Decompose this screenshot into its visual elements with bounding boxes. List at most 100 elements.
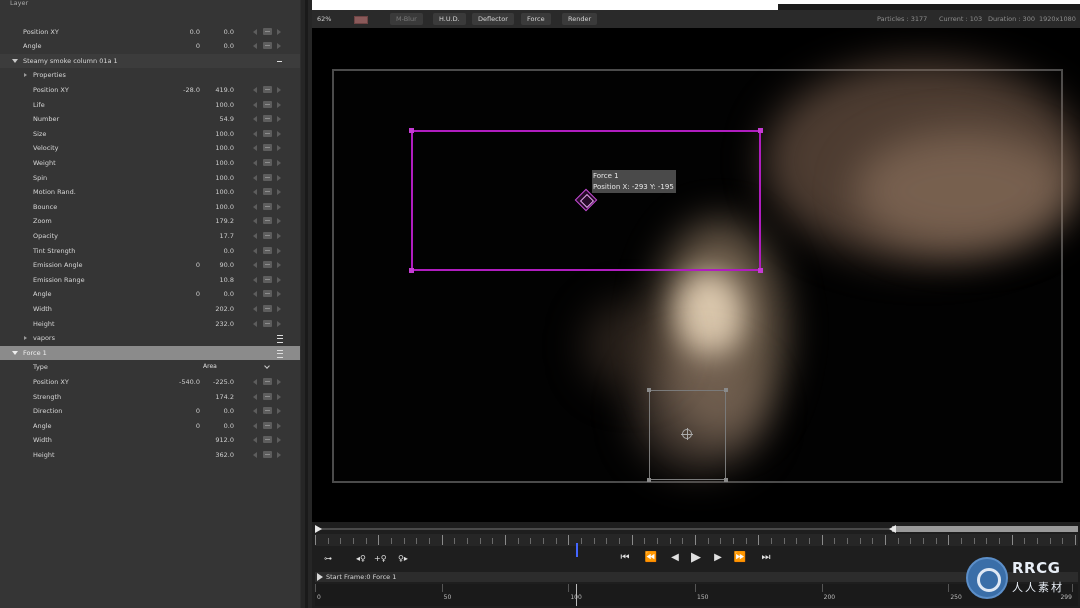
- prop-value-2[interactable]: 912.0: [215, 433, 234, 447]
- hud-button[interactable]: H.U.D.: [433, 13, 466, 25]
- next-key-icon[interactable]: [277, 452, 281, 458]
- vapors-group-row[interactable]: vapors: [0, 331, 300, 345]
- property-row[interactable]: Width 912.0: [0, 433, 300, 447]
- next-key-icon[interactable]: [277, 393, 281, 400]
- property-row[interactable]: Position XY -28.0 419.0: [0, 83, 300, 97]
- fast-forward-icon[interactable]: ⏩: [733, 551, 747, 565]
- go-to-end-icon[interactable]: ⏭: [759, 551, 773, 565]
- frame-ruler[interactable]: [315, 534, 1078, 557]
- prop-value-1[interactable]: 0: [196, 287, 200, 301]
- prop-value-2[interactable]: 0.0: [224, 287, 234, 301]
- property-row[interactable]: Zoom 179.2: [0, 214, 300, 228]
- property-row[interactable]: Size 100.0: [0, 127, 300, 141]
- keyframe-icon[interactable]: [263, 436, 272, 444]
- layer-header-row[interactable]: Layer: [0, 0, 300, 10]
- prev-key-icon[interactable]: [253, 174, 257, 181]
- keyframe-icon[interactable]: [263, 129, 272, 137]
- prop-value-2[interactable]: -225.0: [213, 375, 234, 389]
- layer-angle-row[interactable]: Angle 0 0.0: [0, 39, 300, 53]
- prop-value-2[interactable]: 0.0: [224, 244, 234, 258]
- prev-key-icon[interactable]: [253, 306, 257, 312]
- next-key-icon[interactable]: [277, 160, 281, 166]
- emitter-center-crosshair-icon[interactable]: [681, 428, 693, 440]
- expand-arrow-icon[interactable]: [24, 73, 27, 77]
- mblur-button[interactable]: M-Blur: [390, 13, 423, 25]
- step-forward-icon[interactable]: ▶: [711, 551, 725, 565]
- keyframe-icon[interactable]: [263, 28, 272, 35]
- property-row[interactable]: Emission Angle 0 90.0: [0, 258, 300, 272]
- next-key-icon[interactable]: [277, 43, 281, 49]
- next-key-icon[interactable]: [277, 276, 281, 283]
- property-row[interactable]: Tint Strength 0.0: [0, 244, 300, 258]
- prop-value-2[interactable]: 232.0: [215, 317, 234, 331]
- resize-handle[interactable]: [724, 388, 728, 392]
- keyframe-icon[interactable]: [263, 319, 272, 327]
- keyframe-icon[interactable]: [263, 42, 272, 49]
- keyframe-icon[interactable]: [263, 173, 272, 181]
- prop-value-2[interactable]: 10.8: [220, 273, 234, 287]
- keyframe-icon[interactable]: [263, 246, 272, 254]
- prop-value-1[interactable]: 0: [196, 419, 200, 433]
- prop-value-2[interactable]: 0.0: [224, 404, 234, 418]
- expand-arrow-icon[interactable]: [12, 351, 18, 355]
- prop-value-1[interactable]: 0: [196, 258, 200, 272]
- keyframe-icon[interactable]: [263, 290, 272, 298]
- start-marker-icon[interactable]: [315, 525, 322, 533]
- emitter-header-row[interactable]: Steamy smoke column 01a 1: [0, 54, 300, 68]
- work-area-range[interactable]: [892, 526, 1078, 532]
- resize-handle[interactable]: [409, 268, 414, 273]
- keyframe-icon[interactable]: [263, 217, 272, 225]
- prop-value-2[interactable]: 100.0: [215, 127, 234, 141]
- keyframe-icon[interactable]: [263, 275, 272, 283]
- next-key-icon[interactable]: [277, 218, 281, 225]
- prev-key-icon[interactable]: [253, 393, 257, 400]
- prop-value-2[interactable]: 100.0: [215, 156, 234, 170]
- force-button[interactable]: Force: [521, 13, 551, 25]
- resize-handle[interactable]: [647, 478, 651, 482]
- work-area-bar[interactable]: [315, 525, 1078, 533]
- prev-key-icon[interactable]: [253, 452, 257, 458]
- prev-key-icon[interactable]: [253, 43, 257, 49]
- prev-key-icon[interactable]: [253, 130, 257, 137]
- prev-key-icon[interactable]: [253, 87, 257, 93]
- prev-key-icon[interactable]: [253, 189, 257, 196]
- viewer-canvas[interactable]: Force 1 Position X: -293 Y: -195: [312, 28, 1080, 522]
- expand-arrow-icon[interactable]: [12, 59, 18, 63]
- deflector-button[interactable]: Deflector: [472, 13, 514, 25]
- prev-key-icon[interactable]: [253, 29, 257, 35]
- prev-key-icon[interactable]: [253, 437, 257, 444]
- next-key-icon[interactable]: [277, 437, 281, 444]
- menu-icon[interactable]: [277, 335, 283, 343]
- prev-key-icon[interactable]: [253, 320, 257, 327]
- zoom-level[interactable]: 62%: [317, 10, 331, 28]
- resize-handle[interactable]: [724, 478, 728, 482]
- next-key-icon[interactable]: [277, 101, 281, 108]
- keyframe-icon[interactable]: [263, 202, 272, 210]
- prop-value-x[interactable]: 0.0: [190, 25, 200, 39]
- property-row[interactable]: Position XY -540.0 -225.0: [0, 375, 300, 389]
- force-type-row[interactable]: Type Area: [0, 360, 300, 374]
- keyframe-icon[interactable]: [263, 421, 272, 429]
- property-row[interactable]: Motion Rand. 100.0: [0, 185, 300, 199]
- property-row[interactable]: Life 100.0: [0, 98, 300, 112]
- keyframe-icon[interactable]: [263, 86, 272, 93]
- keyframe-icon[interactable]: [263, 232, 272, 239]
- key-icon[interactable]: ⊶: [324, 554, 332, 563]
- prop-value-1[interactable]: 0: [196, 404, 200, 418]
- keyframe-icon[interactable]: [263, 305, 272, 312]
- prop-value-2[interactable]: 54.9: [220, 112, 234, 126]
- prop-value-1[interactable]: -540.0: [179, 375, 200, 389]
- prev-key-icon[interactable]: [253, 160, 257, 166]
- prev-key-icon[interactable]: [253, 233, 257, 239]
- prev-key-icon[interactable]: [253, 291, 257, 298]
- property-row[interactable]: Emission Range 10.8: [0, 273, 300, 287]
- keyframe-icon[interactable]: [263, 451, 272, 458]
- property-row[interactable]: Angle 0 0.0: [0, 419, 300, 433]
- prop-value-x[interactable]: 0: [196, 39, 200, 53]
- next-key-icon[interactable]: [277, 379, 281, 385]
- prop-value-2[interactable]: 0.0: [224, 419, 234, 433]
- prop-value-2[interactable]: 100.0: [215, 141, 234, 155]
- property-row[interactable]: Strength 174.2: [0, 390, 300, 404]
- resize-handle[interactable]: [758, 268, 763, 273]
- properties-group-row[interactable]: Properties: [0, 68, 300, 82]
